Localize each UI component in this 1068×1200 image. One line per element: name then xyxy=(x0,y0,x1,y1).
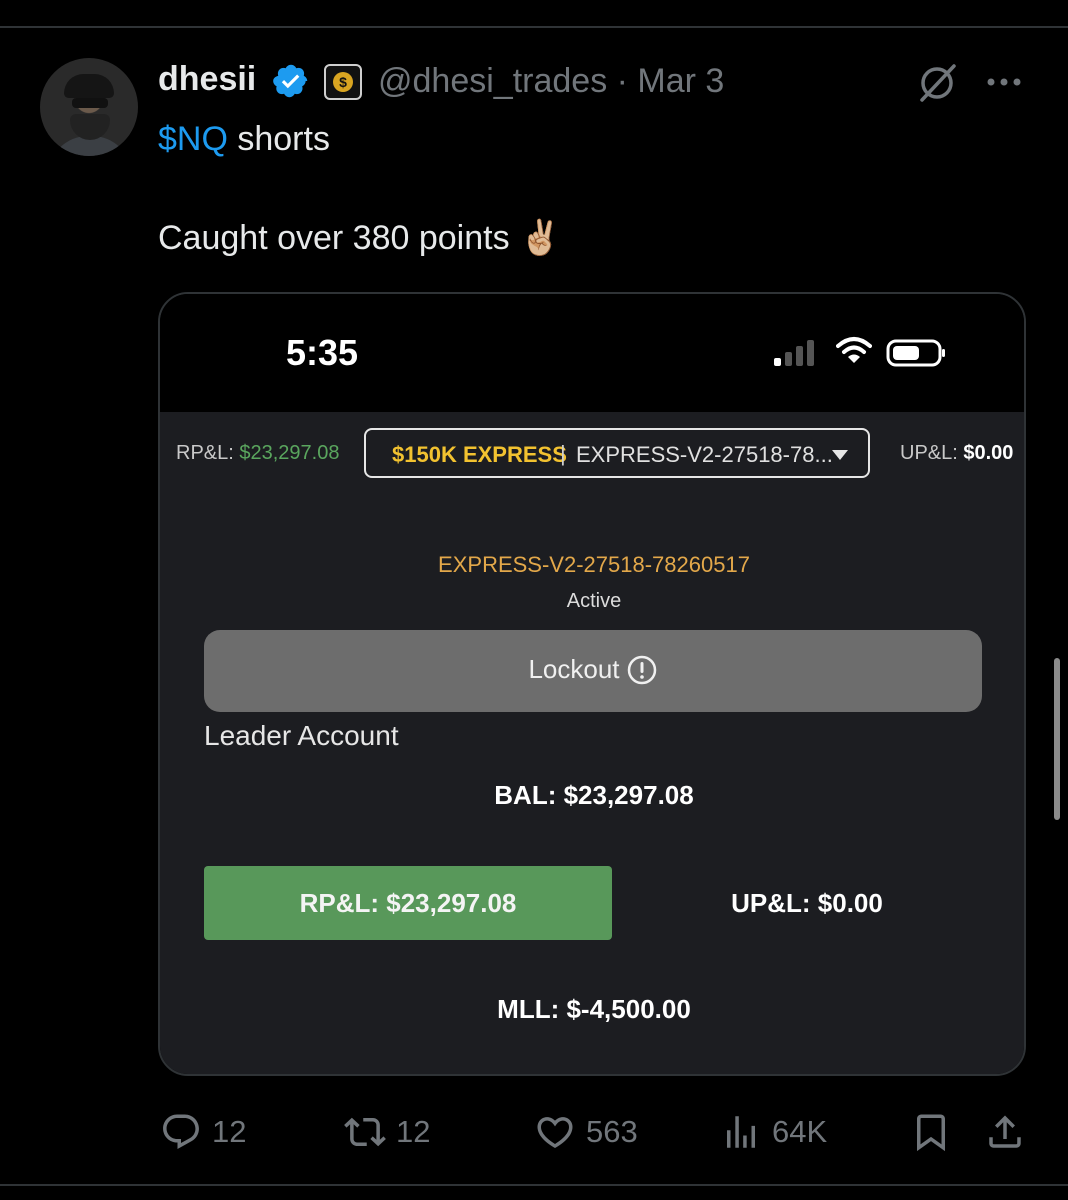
scrollbar[interactable] xyxy=(1054,658,1060,820)
leader-account-label: Leader Account xyxy=(204,720,399,751)
lockout-button[interactable]: Lockout xyxy=(204,630,982,712)
reply-button[interactable]: 12 xyxy=(160,1110,246,1154)
phone-status-bar: 5:35 xyxy=(160,294,1024,412)
rpl-summary: RP&L: $23,297.08 xyxy=(176,442,339,465)
avatar[interactable] xyxy=(40,58,138,156)
share-button[interactable] xyxy=(984,1110,1036,1154)
repost-button[interactable]: 12 xyxy=(344,1110,430,1154)
status-time: 5:35 xyxy=(286,332,359,373)
views-button[interactable]: 64K xyxy=(720,1110,827,1154)
verified-badge-icon xyxy=(273,64,308,98)
share-icon xyxy=(989,1115,1021,1148)
media-card[interactable]: 5:35 RP&L: $23,297.08 $150K EXPRESS | EX… xyxy=(158,292,1026,1076)
account-id: EXPRESS-V2-27518-78260517 xyxy=(438,552,750,577)
upl-label: UP&L: xyxy=(900,442,964,464)
post-text-rest: shorts xyxy=(227,120,330,158)
avatar-sunglasses xyxy=(72,98,108,108)
top-divider xyxy=(0,26,1068,28)
upl-value: $0.00 xyxy=(963,442,1014,464)
reply-count: 12 xyxy=(212,1114,247,1149)
post-text-line2: Caught over 380 points ✌🏼 xyxy=(158,219,562,257)
bottom-divider xyxy=(0,1184,1068,1186)
rpl-value: $23,297.08 xyxy=(239,442,340,464)
post-text-line1: $NQ shorts xyxy=(158,120,330,159)
heart-icon xyxy=(537,1117,573,1149)
balance-text: BAL: $23,297.08 xyxy=(494,780,694,810)
rpl-button-label: RP&L: $23,297.08 xyxy=(299,888,517,918)
chevron-down-icon xyxy=(832,450,848,460)
avatar-cap xyxy=(64,74,114,98)
more-options-icon[interactable] xyxy=(984,70,1024,94)
wifi-icon xyxy=(836,337,872,363)
views-count: 64K xyxy=(772,1114,828,1149)
rpl-button[interactable]: RP&L: $23,297.08 xyxy=(204,866,612,940)
account-status: Active xyxy=(566,590,622,612)
reply-icon xyxy=(163,1114,199,1149)
cashtag-link[interactable]: $NQ xyxy=(158,120,228,158)
affiliate-badge-icon[interactable]: $ xyxy=(324,64,362,100)
cell-signal-icon xyxy=(774,340,814,366)
account-label: EXPRESS-V2-27518-78... xyxy=(576,442,833,467)
upl-text: UP&L: $0.00 xyxy=(731,888,883,918)
bookmark-icon xyxy=(917,1114,945,1152)
plan-label: $150K EXPRESS xyxy=(392,442,567,467)
author-name[interactable]: dhesii xyxy=(158,60,256,99)
grok-icon[interactable] xyxy=(914,60,960,106)
mll-text: MLL: $-4,500.00 xyxy=(497,994,691,1024)
lockout-label: Lockout xyxy=(528,654,620,684)
trading-app-panel: RP&L: $23,297.08 $150K EXPRESS | EXPRESS… xyxy=(160,412,1024,1074)
analytics-icon xyxy=(727,1116,755,1148)
avatar-beard xyxy=(70,114,110,140)
repost-count: 12 xyxy=(396,1114,431,1149)
like-count: 563 xyxy=(586,1114,638,1149)
repost-icon xyxy=(344,1117,386,1147)
like-button[interactable]: 563 xyxy=(534,1110,638,1154)
coin-icon: $ xyxy=(333,72,353,92)
account-selector-dropdown[interactable]: $150K EXPRESS | EXPRESS-V2-27518-78... xyxy=(364,428,870,478)
upl-summary: UP&L: $0.00 xyxy=(900,442,1013,465)
alert-circle-icon xyxy=(627,655,657,685)
battery-icon xyxy=(886,339,945,367)
separator: | xyxy=(560,441,566,466)
rpl-label: RP&L: xyxy=(176,442,240,464)
bookmark-button[interactable] xyxy=(910,1110,962,1154)
handle-and-date[interactable]: @dhesi_trades · Mar 3 xyxy=(378,62,724,101)
